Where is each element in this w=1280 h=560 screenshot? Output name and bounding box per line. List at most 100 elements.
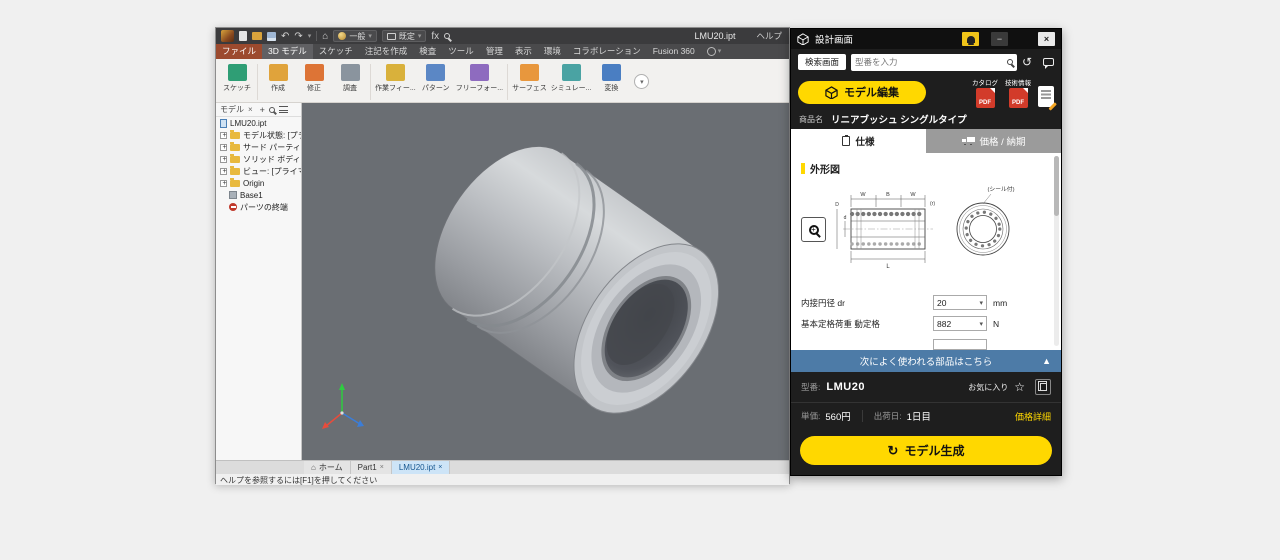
ribbon-button-sketch[interactable]: スケッチ bbox=[219, 62, 255, 95]
close-icon[interactable]: × bbox=[248, 105, 253, 114]
quick-help-icon[interactable]: ▾ bbox=[701, 44, 728, 59]
menu-view[interactable]: 表示 bbox=[509, 44, 538, 59]
tree-item-view[interactable]: ビュー: [プライマリ] bbox=[216, 165, 301, 177]
tree-item-origin[interactable]: Origin bbox=[216, 177, 301, 189]
chevron-down-icon: ▾ bbox=[418, 31, 422, 42]
chevron-down-icon[interactable]: ▾ bbox=[308, 31, 312, 42]
desktop: ↶ ↷ ▾ ⌂ 一般 ▾ 既定 ▾ fx LMU20.ipt ヘルプ ファイル … bbox=[0, 0, 1280, 560]
search-screen-button[interactable]: 検索画面 bbox=[798, 54, 846, 70]
open-file-icon[interactable] bbox=[252, 32, 262, 40]
ribbon-button-pattern[interactable]: パターン bbox=[418, 62, 454, 95]
search-icon[interactable] bbox=[269, 107, 275, 113]
tab-lmu20[interactable]: LMU20.ipt× bbox=[392, 461, 451, 474]
save-icon[interactable] bbox=[267, 32, 276, 41]
tree-item-model-state[interactable]: モデル状態: [プライマリ] bbox=[216, 129, 301, 141]
tab-price-delivery[interactable]: 価格 / 納期 bbox=[926, 129, 1061, 153]
appearance-dropdown[interactable]: 既定 ▾ bbox=[382, 30, 427, 42]
favorite-label: お気に入り bbox=[968, 382, 1008, 393]
ribbon-toolbar: スケッチ 作成 修正 調査 作業フィー... パターン フリーフォー... サー… bbox=[216, 59, 789, 103]
close-button[interactable]: × bbox=[1038, 32, 1055, 46]
menu-collaboration[interactable]: コラボレーション bbox=[567, 44, 647, 59]
notification-button[interactable] bbox=[962, 32, 979, 46]
redo-icon[interactable]: ↷ bbox=[294, 31, 302, 42]
work-features-icon bbox=[386, 64, 405, 81]
model-edit-button[interactable]: モデル編集 bbox=[798, 81, 926, 104]
search-icon[interactable] bbox=[444, 33, 450, 39]
ribbon-button-convert[interactable]: 変換 bbox=[593, 62, 629, 95]
minimize-button[interactable]: − bbox=[991, 32, 1008, 46]
viewport-3d[interactable] bbox=[302, 103, 789, 460]
parameters-fx-icon[interactable]: fx bbox=[431, 31, 439, 42]
menu-inspect[interactable]: 検査 bbox=[413, 44, 442, 59]
favorite-star-icon[interactable]: ☆ bbox=[1014, 381, 1025, 393]
load-select[interactable]: 882▾ bbox=[933, 316, 987, 331]
help-link[interactable]: ヘルプ bbox=[756, 30, 782, 42]
catalog-pdf-button[interactable]: カタログ PDF bbox=[972, 77, 998, 108]
menu-icon[interactable] bbox=[279, 106, 288, 113]
generate-model-button[interactable]: ↻ モデル生成 bbox=[800, 436, 1052, 465]
menu-3d-model[interactable]: 3D モデル bbox=[262, 44, 313, 59]
menu-sketch[interactable]: スケッチ bbox=[313, 44, 359, 59]
ribbon-button-modify[interactable]: 修正 bbox=[296, 62, 332, 95]
folder-icon bbox=[230, 144, 240, 151]
tab-spec[interactable]: 仕様 bbox=[791, 129, 926, 153]
close-icon[interactable]: × bbox=[438, 464, 442, 471]
menu-tools[interactable]: ツール bbox=[442, 44, 480, 59]
expand-icon[interactable] bbox=[220, 156, 227, 163]
quotation-document-icon[interactable] bbox=[1038, 86, 1054, 107]
tree-item-end-of-part[interactable]: パーツの終端 bbox=[216, 201, 301, 213]
chevron-down-icon: ▾ bbox=[979, 299, 983, 307]
part-number-input[interactable] bbox=[855, 57, 1004, 67]
new-file-icon[interactable] bbox=[239, 31, 247, 41]
menu-annotate[interactable]: 注記を作成 bbox=[359, 44, 414, 59]
browser-tab-model[interactable]: モデル bbox=[220, 104, 244, 115]
material-value: 一般 bbox=[349, 31, 365, 42]
copy-button[interactable] bbox=[1035, 379, 1051, 395]
tab-home[interactable]: ⌂ホーム bbox=[304, 461, 351, 474]
ribbon-button-simulation[interactable]: シミュレー... bbox=[549, 62, 594, 95]
ribbon-button-inspect[interactable]: 調査 bbox=[332, 62, 368, 95]
menu-environments[interactable]: 環境 bbox=[538, 44, 567, 59]
ribbon-button-surface[interactable]: サーフェス bbox=[510, 62, 549, 95]
chat-icon[interactable] bbox=[1043, 58, 1054, 66]
ribbon-button-create[interactable]: 作成 bbox=[260, 62, 296, 95]
material-dropdown[interactable]: 一般 ▾ bbox=[333, 30, 377, 42]
menu-manage[interactable]: 管理 bbox=[480, 44, 509, 59]
clipped-select[interactable] bbox=[933, 339, 987, 350]
home-icon[interactable]: ⌂ bbox=[322, 31, 328, 42]
expand-icon[interactable] bbox=[220, 144, 227, 151]
price-detail-link[interactable]: 価格詳細 bbox=[1015, 410, 1051, 423]
product-label: 商品名 bbox=[799, 114, 823, 125]
tree-item-third-party[interactable]: サード パーティ bbox=[216, 141, 301, 153]
zoom-button[interactable] bbox=[801, 217, 826, 242]
undo-icon[interactable]: ↶ bbox=[281, 31, 289, 42]
expand-icon[interactable] bbox=[220, 132, 227, 139]
history-icon[interactable]: ↺ bbox=[1022, 56, 1032, 68]
scrollbar[interactable] bbox=[1054, 156, 1059, 346]
tree-item-solid-bodies[interactable]: ソリッド ボディ(1) bbox=[216, 153, 301, 165]
ribbon-button-work-features[interactable]: 作業フィー... bbox=[373, 62, 418, 95]
add-icon[interactable]: + bbox=[260, 105, 265, 115]
tree-item-part[interactable]: LMU20.ipt bbox=[216, 117, 301, 129]
scrollbar-thumb[interactable] bbox=[1054, 156, 1059, 216]
menu-file[interactable]: ファイル bbox=[216, 44, 262, 59]
related-parts-bar[interactable]: 次によく使われる部品はこちら ▲ bbox=[791, 350, 1061, 372]
ribbon-collapse-button[interactable]: ▾ bbox=[634, 74, 649, 89]
ribbon-button-freeform[interactable]: フリーフォー... bbox=[454, 62, 505, 95]
refresh-icon: ↻ bbox=[888, 443, 899, 459]
menu-fusion360[interactable]: Fusion 360 bbox=[647, 44, 701, 59]
tech-info-pdf-button[interactable]: 技術情報 PDF bbox=[1005, 77, 1031, 108]
tab-part1[interactable]: Part1× bbox=[351, 461, 392, 474]
divider bbox=[370, 64, 371, 100]
section-title: 外形図 bbox=[810, 161, 840, 176]
tree-item-base1[interactable]: Base1 bbox=[216, 189, 301, 201]
chevron-down-icon: ▾ bbox=[979, 320, 983, 328]
search-row: 検索画面 ↺ bbox=[791, 49, 1061, 75]
field-row-load: 基本定格荷重 動定格 882▾ N bbox=[801, 316, 999, 331]
inventor-logo-icon[interactable] bbox=[221, 30, 234, 42]
expand-icon[interactable] bbox=[220, 180, 227, 187]
expand-icon[interactable] bbox=[220, 168, 227, 175]
search-icon[interactable] bbox=[1007, 59, 1013, 65]
close-icon[interactable]: × bbox=[380, 464, 384, 471]
dr-select[interactable]: 20▾ bbox=[933, 295, 987, 310]
